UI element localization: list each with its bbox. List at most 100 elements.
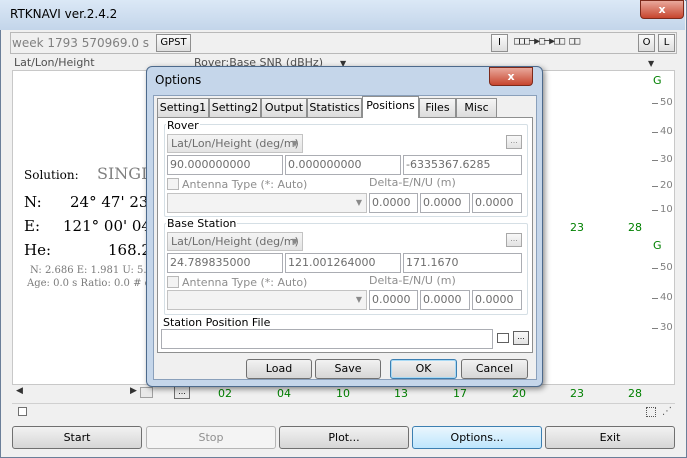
tab-positions[interactable]: Positions bbox=[362, 96, 419, 118]
satellite-number: 20 bbox=[512, 387, 526, 400]
cancel-button[interactable]: Cancel bbox=[461, 359, 528, 379]
axis-tick bbox=[652, 210, 658, 211]
axis-tick bbox=[652, 103, 658, 104]
dialog-close-button[interactable]: x bbox=[489, 67, 533, 86]
status-checkbox[interactable] bbox=[18, 407, 27, 416]
tab-setting2[interactable]: Setting2 bbox=[209, 98, 261, 117]
time-system-button[interactable]: GPST bbox=[156, 34, 191, 52]
save-button[interactable]: Save bbox=[315, 359, 381, 379]
base-delta-e-input[interactable]: 0.0000 bbox=[369, 290, 418, 310]
base-delta-label: Delta-E/N/U (m) bbox=[369, 274, 456, 287]
file-view-icon[interactable] bbox=[497, 333, 509, 343]
satellite-number: 17 bbox=[453, 387, 467, 400]
axis-tick bbox=[652, 186, 658, 187]
gps-system-label: G bbox=[653, 74, 662, 87]
std-dev-readout: N: 2.686 E: 1.981 U: 5.4 bbox=[30, 265, 153, 276]
rover-browse-button[interactable]: ... bbox=[506, 135, 522, 149]
scroll-left-arrow-icon[interactable]: ◀ bbox=[16, 386, 23, 396]
solution-label: Solution: bbox=[24, 168, 79, 182]
station-file-browse-button[interactable]: ... bbox=[513, 331, 529, 345]
axis-tick-label: 10 bbox=[660, 204, 673, 215]
scroll-thumb[interactable] bbox=[140, 387, 153, 398]
gps-system-label: G bbox=[653, 239, 662, 252]
more-options-button[interactable]: ... bbox=[174, 386, 190, 399]
output-stream-button[interactable]: O bbox=[638, 34, 655, 52]
rover-group-title: Rover bbox=[166, 119, 200, 132]
axis-tick-label: 50 bbox=[660, 97, 673, 108]
log-stream-button[interactable]: L bbox=[658, 34, 675, 52]
base-delta-n-input[interactable]: 0.0000 bbox=[420, 290, 470, 310]
rover-antenna-type-select[interactable]: ▼ bbox=[167, 193, 367, 213]
axis-tick-label: 50 bbox=[660, 262, 673, 273]
axis-tick bbox=[652, 298, 658, 299]
axis-tick-label: 40 bbox=[660, 292, 673, 303]
tab-misc[interactable]: Misc bbox=[456, 98, 497, 117]
load-button[interactable]: Load bbox=[246, 359, 312, 379]
start-button[interactable]: Start bbox=[12, 426, 142, 449]
rover-delta-e-input[interactable]: 0.0000 bbox=[369, 193, 418, 213]
tab-setting1[interactable]: Setting1 bbox=[157, 98, 209, 117]
base-longitude-input[interactable]: 121.001264000 bbox=[285, 253, 401, 273]
axis-tick bbox=[652, 160, 658, 161]
stop-button[interactable]: Stop bbox=[146, 426, 276, 449]
axis-tick-label: 30 bbox=[660, 154, 673, 165]
axis-tick bbox=[652, 132, 658, 133]
resize-grip-icon[interactable]: ⋰ bbox=[662, 406, 672, 417]
rover-delta-n-input[interactable]: 0.0000 bbox=[420, 193, 470, 213]
rover-antenna-checkbox[interactable] bbox=[167, 178, 179, 190]
axis-tick-label: 20 bbox=[660, 180, 673, 191]
height-value: 168.2 bbox=[108, 241, 151, 259]
station-file-label: Station Position File bbox=[163, 316, 271, 329]
gps-time: week 1793 570969.0 s bbox=[12, 36, 150, 50]
base-browse-button[interactable]: ... bbox=[506, 233, 522, 247]
rover-delta-label: Delta-E/N/U (m) bbox=[369, 176, 456, 189]
station-file-input[interactable] bbox=[161, 329, 493, 349]
input-stream-button[interactable]: I bbox=[491, 34, 508, 52]
base-antenna-checkbox[interactable] bbox=[167, 276, 179, 288]
base-position-type-select[interactable]: Lat/Lon/Height (deg/m) ▼ bbox=[167, 232, 303, 251]
rover-longitude-input[interactable]: 0.000000000 bbox=[285, 155, 401, 175]
satellite-number: 04 bbox=[277, 387, 291, 400]
axis-tick-label: 40 bbox=[660, 126, 673, 137]
satellite-number: 28 bbox=[628, 387, 642, 400]
tab-output[interactable]: Output bbox=[261, 98, 307, 117]
tab-files[interactable]: Files bbox=[419, 98, 456, 117]
chevron-down-icon[interactable]: ▼ bbox=[648, 59, 654, 68]
latitude-label: N: bbox=[24, 193, 42, 211]
ok-button[interactable]: OK bbox=[390, 359, 457, 379]
age-ratio-readout: Age: 0.0 s Ratio: 0.0 # of bbox=[27, 278, 155, 289]
base-position-type-value: Lat/Lon/Height (deg/m) bbox=[171, 235, 299, 248]
base-delta-u-input[interactable]: 0.0000 bbox=[472, 290, 522, 310]
axis-tick bbox=[652, 268, 658, 269]
rover-position-type-value: Lat/Lon/Height (deg/m) bbox=[171, 137, 299, 150]
satellite-number: 02 bbox=[218, 387, 232, 400]
scroll-right-arrow-icon[interactable]: ▶ bbox=[130, 386, 137, 396]
window-close-button[interactable]: x bbox=[640, 0, 684, 19]
longitude-label: E: bbox=[24, 217, 41, 235]
tab-statistics[interactable]: Statistics bbox=[307, 98, 362, 117]
exit-button[interactable]: Exit bbox=[545, 426, 675, 449]
satellite-number: 10 bbox=[336, 387, 350, 400]
status-bar bbox=[12, 403, 675, 421]
rover-delta-u-input[interactable]: 0.0000 bbox=[472, 193, 522, 213]
base-latitude-input[interactable]: 24.789835000 bbox=[167, 253, 283, 273]
rover-antenna-label: Antenna Type (*: Auto) bbox=[182, 178, 308, 191]
marker-icon[interactable] bbox=[646, 407, 656, 417]
height-label: He: bbox=[24, 241, 52, 259]
dialog-title: Options bbox=[155, 73, 202, 87]
rover-height-input[interactable]: -6335367.6285 bbox=[403, 155, 522, 175]
window-title: RTKNAVI ver.2.4.2 bbox=[10, 7, 118, 21]
stream-status-indicator: □□□─▶□─▶□□ □□ bbox=[514, 36, 580, 47]
chevron-down-icon: ▼ bbox=[355, 198, 362, 207]
options-button[interactable]: Options... bbox=[412, 426, 542, 449]
rover-position-type-select[interactable]: Lat/Lon/Height (deg/m) ▼ bbox=[167, 134, 303, 153]
base-height-input[interactable]: 171.1670 bbox=[403, 253, 522, 273]
base-antenna-type-select[interactable]: ▼ bbox=[167, 290, 367, 310]
chevron-down-icon: ▼ bbox=[355, 295, 362, 304]
plot-button[interactable]: Plot... bbox=[279, 426, 409, 449]
axis-tick bbox=[652, 328, 658, 329]
satellite-number: 13 bbox=[394, 387, 408, 400]
satellite-number: 28 bbox=[628, 221, 642, 234]
rover-latitude-input[interactable]: 90.000000000 bbox=[167, 155, 283, 175]
chevron-down-icon: ▼ bbox=[291, 139, 298, 148]
